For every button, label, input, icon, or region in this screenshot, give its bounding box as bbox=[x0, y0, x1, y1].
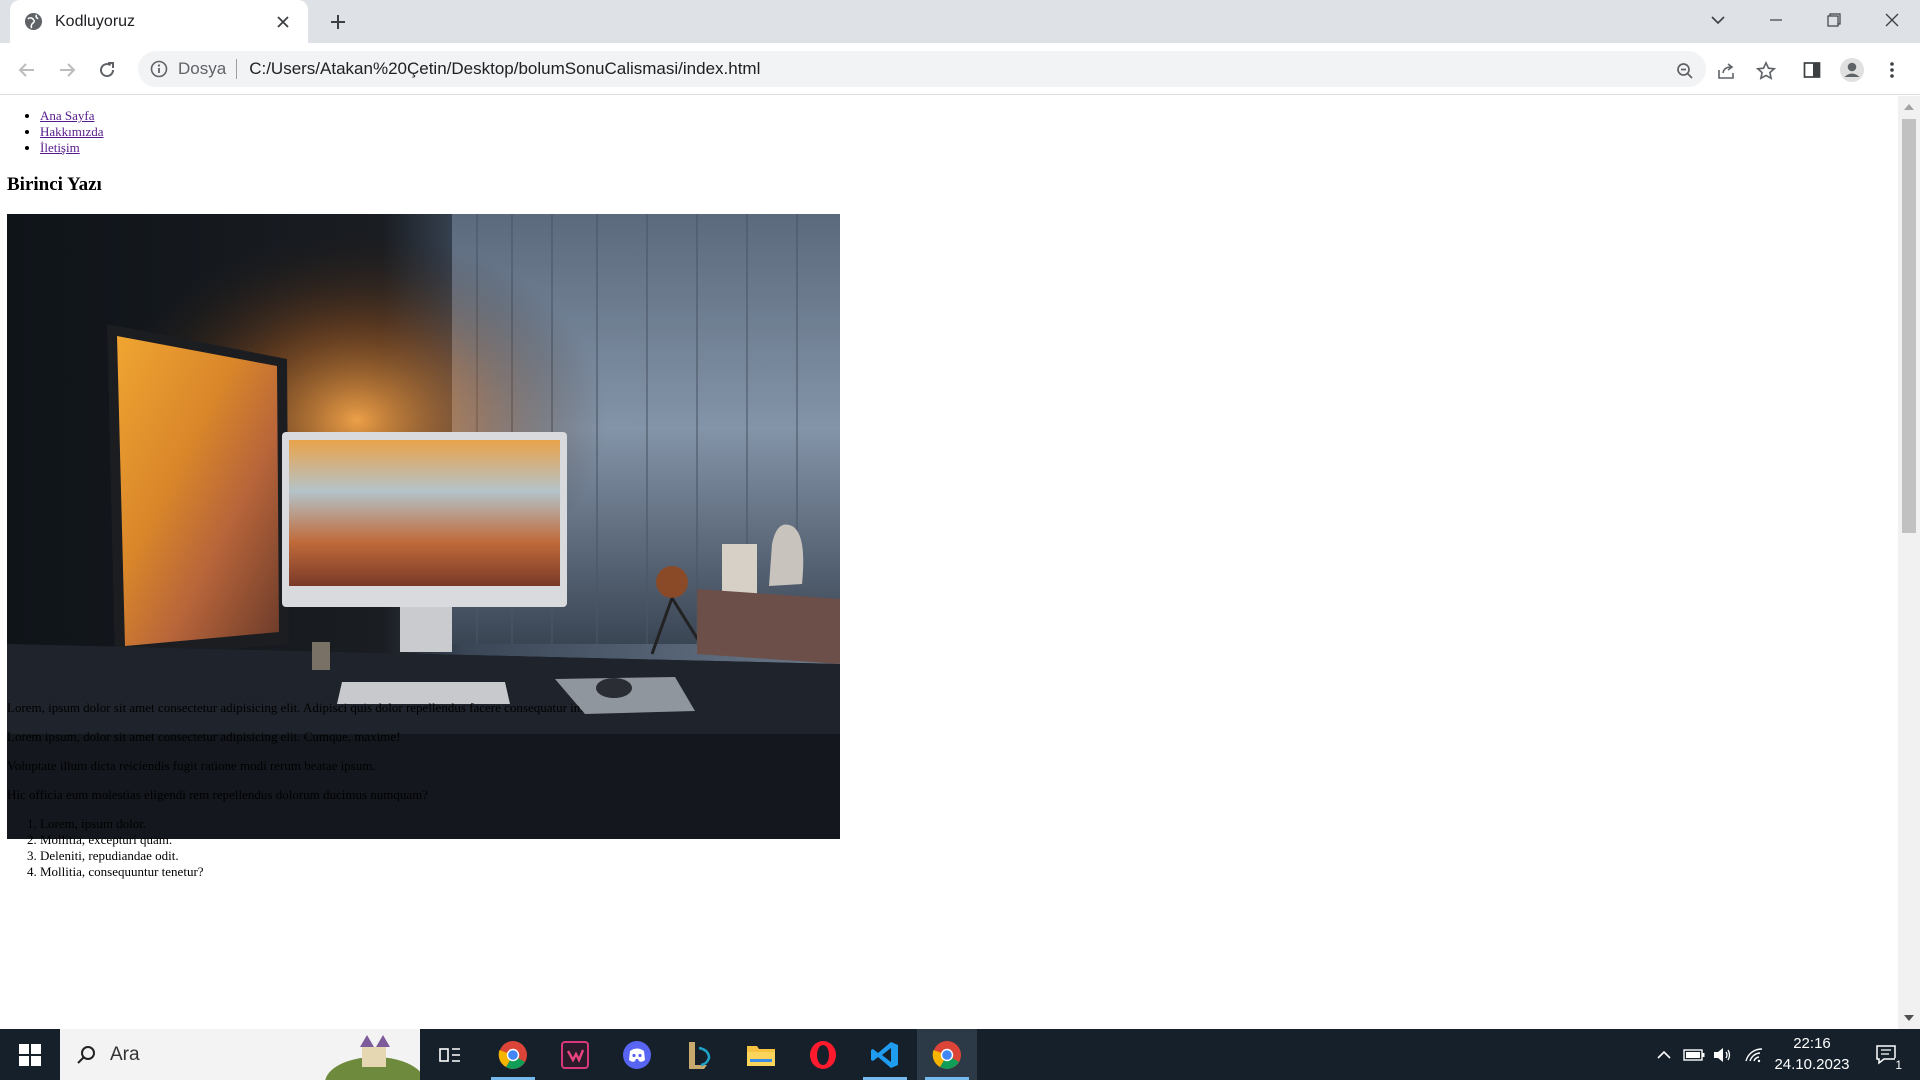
paragraph-1: Lorem, ipsum dolor sit amet consectetur … bbox=[7, 700, 584, 715]
forward-button[interactable] bbox=[51, 54, 83, 86]
tab-strip: Kodluyoruz bbox=[0, 0, 1920, 43]
reload-button[interactable] bbox=[91, 54, 123, 86]
nav-item-ana-sayfa: Ana Sayfa bbox=[40, 108, 104, 124]
minimize-button[interactable] bbox=[1748, 0, 1804, 40]
chrome-icon bbox=[932, 1040, 961, 1069]
nav-link-ana-sayfa[interactable]: Ana Sayfa bbox=[40, 108, 95, 123]
url-text[interactable]: C:/Users/Atakan%20Çetin/Desktop/bolumSon… bbox=[249, 59, 760, 79]
share-icon[interactable] bbox=[1715, 60, 1737, 82]
close-tab-icon[interactable] bbox=[272, 11, 294, 33]
restore-button[interactable] bbox=[1806, 0, 1862, 40]
paragraph-3: Voluptate illum dicta reiciendis fugit r… bbox=[7, 758, 376, 773]
nav-item-hakkimizda: Hakkımızda bbox=[40, 124, 104, 140]
menu-kebab-icon[interactable] bbox=[1876, 54, 1908, 86]
page-scrollbar[interactable] bbox=[1898, 96, 1920, 1029]
desk-setup-photo bbox=[7, 214, 840, 839]
side-panel-icon[interactable] bbox=[1796, 54, 1828, 86]
search-highlight-illustration bbox=[325, 1035, 420, 1080]
article-heading: Birinci Yazı bbox=[7, 174, 102, 195]
chrome-icon bbox=[498, 1040, 527, 1069]
search-label: Ara bbox=[110, 1043, 140, 1065]
clock-time: 22:16 bbox=[1793, 1035, 1831, 1052]
taskbar-search-box[interactable]: Ara bbox=[60, 1029, 420, 1080]
file-explorer-icon bbox=[747, 1045, 775, 1066]
vscode-icon bbox=[871, 1041, 898, 1068]
list-item: Mollitia, excepturi quam. bbox=[40, 832, 204, 848]
nav-link-hakkimizda[interactable]: Hakkımızda bbox=[40, 124, 104, 139]
tab-kodluyoruz[interactable]: Kodluyoruz bbox=[10, 0, 308, 43]
tab-title: Kodluyoruz bbox=[55, 12, 136, 30]
discord-icon bbox=[623, 1040, 651, 1069]
tab-search-icon[interactable] bbox=[1690, 0, 1746, 40]
scroll-thumb[interactable] bbox=[1902, 119, 1916, 533]
scroll-up-arrow[interactable] bbox=[1904, 104, 1914, 110]
ordered-list: Lorem, ipsum dolor. Mollitia, excepturi … bbox=[40, 816, 204, 880]
paragraph-2: Lorem ipsum, dolor sit amet consectetur … bbox=[7, 729, 401, 744]
new-tab-button[interactable] bbox=[324, 8, 352, 36]
list-item: Deleniti, repudiandae odit. bbox=[40, 848, 204, 864]
search-icon bbox=[77, 1045, 95, 1064]
paragraph-4: Hic officia eum molestias eligendi rem r… bbox=[7, 787, 429, 802]
league-of-legends-icon bbox=[689, 1041, 711, 1069]
show-hidden-icons-chevron[interactable] bbox=[1650, 1029, 1678, 1080]
battery-icon[interactable] bbox=[1680, 1029, 1708, 1080]
close-window-button[interactable] bbox=[1864, 0, 1920, 40]
task-view-button[interactable] bbox=[420, 1029, 480, 1080]
omnibox-separator bbox=[236, 59, 238, 79]
info-icon[interactable] bbox=[150, 60, 168, 78]
back-button[interactable] bbox=[11, 54, 43, 86]
nav-link-iletisim[interactable]: İletişim bbox=[40, 140, 80, 155]
taskbar-league-app[interactable] bbox=[669, 1029, 729, 1080]
volume-icon[interactable] bbox=[1708, 1029, 1736, 1080]
notification-count: 1 bbox=[1895, 1058, 1902, 1072]
list-item: Lorem, ipsum dolor. bbox=[40, 816, 204, 832]
taskbar-vscode-app[interactable] bbox=[855, 1029, 915, 1080]
taskbar-file-explorer-app[interactable] bbox=[731, 1029, 791, 1080]
profile-avatar-icon[interactable] bbox=[1836, 54, 1868, 86]
xmind-icon bbox=[561, 1040, 589, 1069]
scheme-label: Dosya bbox=[178, 59, 227, 78]
page-viewport: Ana Sayfa Hakkımızda İletişim Birinci Ya… bbox=[0, 96, 1898, 1029]
clock-date: 24.10.2023 bbox=[1774, 1056, 1850, 1073]
taskbar-discord-app[interactable] bbox=[607, 1029, 667, 1080]
address-bar[interactable]: Dosya C:/Users/Atakan%20Çetin/Desktop/bo… bbox=[138, 51, 1776, 87]
zoom-icon[interactable] bbox=[1674, 60, 1696, 82]
list-item: Mollitia, consequuntur tenetur? bbox=[40, 864, 204, 880]
taskbar-chrome-app-2[interactable] bbox=[917, 1029, 977, 1080]
taskbar-xmind-app[interactable] bbox=[545, 1029, 605, 1080]
browser-toolbar: Dosya C:/Users/Atakan%20Çetin/Desktop/bo… bbox=[0, 43, 1920, 95]
scroll-down-arrow[interactable] bbox=[1904, 1015, 1914, 1021]
globe-icon bbox=[24, 12, 43, 31]
taskbar-opera-app[interactable] bbox=[793, 1029, 853, 1080]
wifi-icon[interactable] bbox=[1740, 1029, 1768, 1080]
windows-start-button[interactable] bbox=[0, 1029, 60, 1080]
main-nav: Ana Sayfa Hakkımızda İletişim bbox=[40, 108, 104, 156]
opera-icon bbox=[810, 1040, 836, 1069]
taskbar-clock[interactable]: 22:16 24.10.2023 bbox=[1772, 1033, 1852, 1075]
bookmark-star-icon[interactable] bbox=[1755, 60, 1777, 82]
notification-center-button[interactable]: 1 bbox=[1862, 1029, 1912, 1080]
nav-item-iletisim: İletişim bbox=[40, 140, 104, 156]
taskbar: Ara 22:16 24.10.2023 1 bbox=[0, 1029, 1920, 1080]
taskbar-chrome-app-1[interactable] bbox=[483, 1029, 543, 1080]
